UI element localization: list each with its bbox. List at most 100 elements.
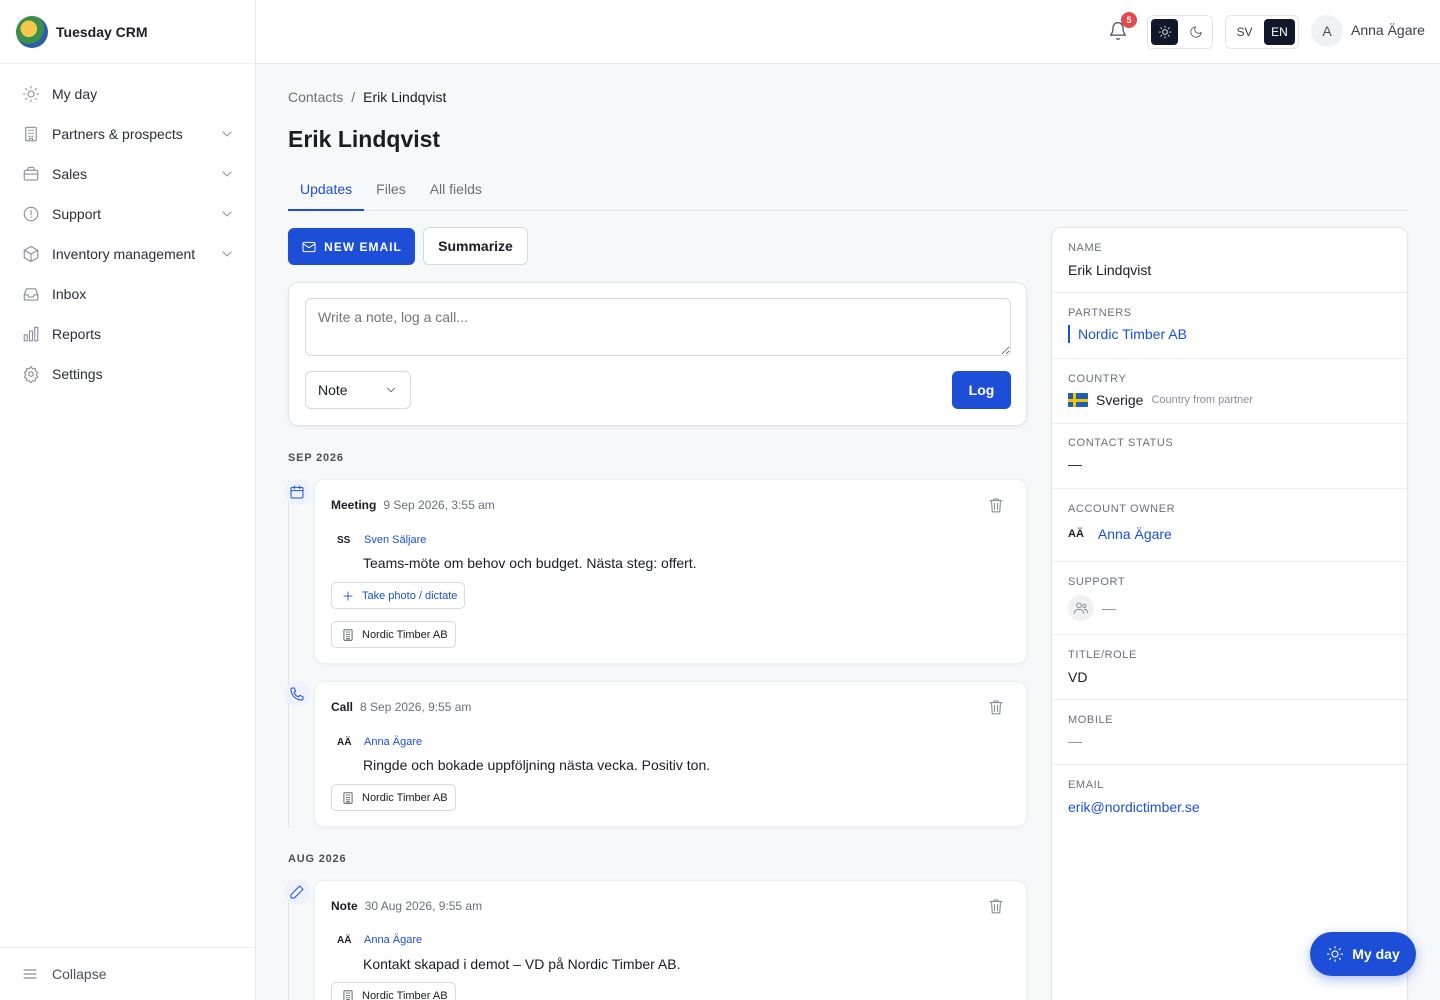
sun-icon [1327, 945, 1344, 963]
user-name[interactable]: Anna Ägare [1351, 22, 1425, 38]
bar-chart-icon [23, 326, 39, 342]
chevron-down-icon[interactable] [219, 206, 235, 222]
partner-chip[interactable]: Nordic Timber AB [331, 784, 456, 811]
sidebar-item-label: Inbox [52, 286, 87, 302]
partner-chip-label: Nordic Timber AB [362, 791, 448, 804]
dark-theme-button[interactable] [1182, 19, 1209, 45]
language-en-button[interactable]: EN [1264, 19, 1295, 45]
author-initials: AÄ [337, 934, 352, 946]
entry-author: AÄ Anna Ägare [337, 934, 422, 946]
entry-type-value: Note [318, 382, 348, 398]
entry-type: Note [331, 899, 358, 913]
sidebar-item-settings[interactable]: Settings [0, 354, 255, 394]
entry-header: Call 8 Sep 2026, 9:55 am [331, 700, 471, 714]
briefcase-icon [23, 166, 39, 181]
author-link[interactable]: Anna Ägare [364, 736, 422, 748]
entry-date: 8 Sep 2026, 9:55 am [360, 700, 472, 714]
timeline-note-marker [284, 879, 310, 905]
owner-initials: AÄ [1068, 528, 1084, 540]
entry-type: Meeting [331, 498, 377, 512]
field-label: CONTACT STATUS [1068, 437, 1174, 449]
gear-icon [23, 365, 39, 383]
new-email-label: NEW EMAIL [324, 239, 402, 254]
field-support: SUPPORT — [1052, 562, 1407, 635]
partner-link[interactable]: Nordic Timber AB [1068, 325, 1187, 343]
field-label: ACCOUNT OWNER [1068, 503, 1176, 515]
building-icon [343, 628, 353, 641]
sun-icon [1158, 25, 1171, 39]
trash-icon[interactable] [987, 698, 1005, 716]
field-label: EMAIL [1068, 779, 1105, 791]
new-email-button[interactable]: NEW EMAIL [288, 228, 415, 265]
support-value[interactable]: — [1068, 595, 1116, 621]
avatar[interactable]: A [1311, 15, 1343, 47]
my-day-button[interactable]: My day [1310, 932, 1416, 976]
sidebar-item-my-day[interactable]: My day [0, 74, 255, 114]
sidebar-item-reports[interactable]: Reports [0, 314, 255, 354]
field-value[interactable]: — [1068, 733, 1082, 749]
author-initials: AÄ [337, 736, 352, 748]
author-link[interactable]: Anna Ägare [364, 934, 422, 946]
chevron-down-icon[interactable] [219, 166, 235, 182]
field-value[interactable]: Erik Lindqvist [1068, 262, 1151, 278]
month-label: SEP 2026 [288, 452, 344, 464]
field-mobile: MOBILE — [1052, 700, 1407, 765]
sun-icon [22, 85, 40, 103]
chevron-down-icon [387, 387, 395, 393]
app-logo [16, 15, 48, 48]
trash-icon[interactable] [987, 897, 1005, 915]
tab-files[interactable]: Files [364, 170, 418, 210]
chevron-down-icon[interactable] [219, 246, 235, 262]
field-account-owner: ACCOUNT OWNER AÄ Anna Ägare [1052, 489, 1407, 562]
email-link[interactable]: erik@nordictimber.se [1068, 799, 1200, 815]
timeline-line [288, 480, 289, 828]
country-value[interactable]: Sverige Country from partner [1068, 392, 1253, 408]
contact-details-panel: NAME Erik Lindqvist PARTNERS Nordic Timb… [1051, 227, 1408, 1000]
language-toggle: SV EN [1225, 15, 1299, 49]
tab-all-fields[interactable]: All fields [418, 170, 494, 210]
entry-date: 30 Aug 2026, 9:55 am [364, 899, 483, 913]
entry-author: SS Sven Säljare [337, 534, 426, 546]
timeline-entry-note: Note 30 Aug 2026, 9:55 am AÄ Anna Ägare … [314, 880, 1027, 1000]
page-title: Erik Lindqvist [288, 126, 441, 152]
language-sv-button[interactable]: SV [1229, 19, 1260, 45]
field-value[interactable]: — [1068, 456, 1082, 472]
sidebar-item-sales[interactable]: Sales [0, 154, 255, 194]
field-value[interactable]: VD [1068, 669, 1087, 685]
timeline-meeting-marker [284, 479, 310, 505]
log-button[interactable]: Log [952, 371, 1011, 409]
take-photo-dictate-button[interactable]: Take photo / dictate [331, 582, 466, 609]
tab-updates[interactable]: Updates [288, 170, 365, 211]
chevron-down-icon[interactable] [219, 126, 235, 142]
partner-chip[interactable]: Nordic Timber AB [331, 982, 456, 1000]
entry-text: Ringde och bokade uppföljning nästa veck… [363, 757, 711, 773]
composer: Note Log [288, 282, 1027, 426]
sidebar-item-label: Inventory management [52, 246, 196, 262]
brand[interactable]: Tuesday CRM [0, 0, 255, 64]
sidebar-item-inbox[interactable]: Inbox [0, 274, 255, 314]
light-theme-button[interactable] [1151, 19, 1178, 45]
account-owner-value[interactable]: AÄ Anna Ägare [1068, 526, 1172, 542]
take-photo-label: Take photo / dictate [362, 589, 458, 602]
mail-icon [302, 241, 316, 252]
sidebar-item-label: Support [52, 206, 102, 222]
pencil-icon [290, 885, 304, 899]
collapse-button[interactable]: Collapse [0, 947, 255, 1000]
summarize-button[interactable]: Summarize [423, 227, 528, 265]
sidebar-item-partners[interactable]: Partners & prospects [0, 114, 255, 154]
trash-icon[interactable] [987, 496, 1005, 514]
sidebar-item-label: Partners & prospects [52, 126, 183, 142]
breadcrumb-contacts-link[interactable]: Contacts [288, 89, 343, 105]
sidebar-item-inventory[interactable]: Inventory management [0, 234, 255, 274]
note-input[interactable] [305, 298, 1011, 356]
partner-chip[interactable]: Nordic Timber AB [331, 621, 456, 648]
author-link[interactable]: Sven Säljare [364, 534, 426, 546]
entry-header: Meeting 9 Sep 2026, 3:55 am [331, 498, 495, 512]
sidebar-item-label: My day [52, 86, 98, 102]
timeline-call-marker [284, 681, 310, 707]
entry-type-select[interactable]: Note [305, 371, 411, 409]
field-title-role: TITLE/ROLE VD [1052, 635, 1407, 700]
sidebar-item-support[interactable]: Support [0, 194, 255, 234]
sidebar: Tuesday CRM My day Partners & prospects … [0, 0, 256, 1000]
field-name: NAME Erik Lindqvist [1052, 228, 1407, 293]
